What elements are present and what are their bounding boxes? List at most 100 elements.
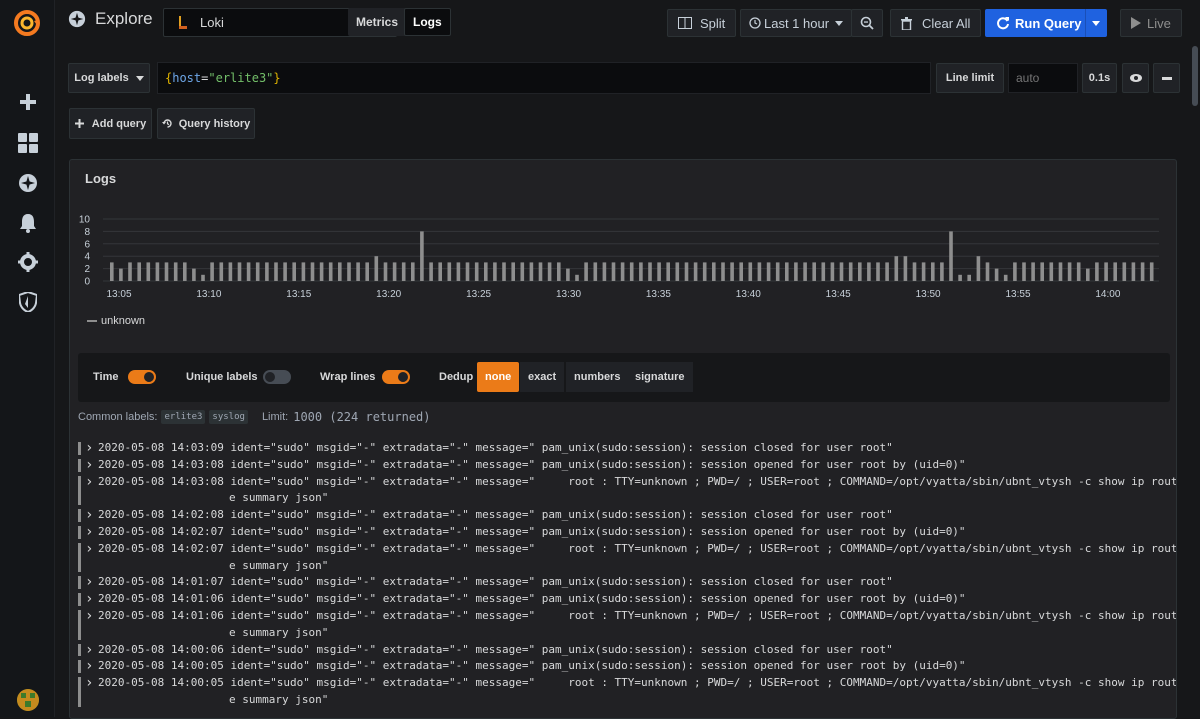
- chart-bar: [201, 274, 205, 281]
- scrollbar[interactable]: [1192, 46, 1198, 106]
- zoom-out-button[interactable]: [851, 9, 883, 37]
- dedup-signature-button[interactable]: signature: [627, 362, 693, 392]
- split-icon: [678, 17, 692, 29]
- log-line-text: 2020-05-08 14:03:09 ident="sudo" msgid="…: [98, 441, 893, 454]
- line-limit-input[interactable]: [1008, 63, 1078, 93]
- chevron-right-icon[interactable]: ›: [85, 658, 93, 674]
- chevron-right-icon[interactable]: ›: [85, 675, 93, 691]
- time-toggle[interactable]: [128, 370, 156, 384]
- dedup-exact-button[interactable]: exact: [520, 362, 565, 392]
- log-labels-button[interactable]: Log labels: [68, 63, 150, 93]
- log-row[interactable]: › 2020-05-08 14:02:07 ident="sudo" msgid=…: [78, 524, 1173, 541]
- chart-bar: [821, 262, 826, 281]
- chart-bar: [265, 262, 269, 281]
- x-tick-label: 14:00: [1095, 289, 1120, 300]
- page-title-text: Explore: [95, 9, 153, 28]
- chart-bar: [173, 262, 178, 281]
- chart-legend[interactable]: unknown: [87, 315, 145, 327]
- log-row[interactable]: › 2020-05-08 14:00:05 ident="sudo" msgid=…: [78, 675, 1176, 709]
- log-row[interactable]: › 2020-05-08 14:02:08 ident="sudo" msgid=…: [78, 507, 1173, 524]
- split-label: Split: [700, 15, 726, 31]
- log-row[interactable]: › 2020-05-08 14:03:08 ident="sudo" msgid=…: [78, 457, 1173, 474]
- time-toggle-label: Time: [93, 371, 119, 383]
- chart-bar: [867, 262, 871, 281]
- shield-icon[interactable]: [17, 291, 39, 313]
- run-query-button[interactable]: Run Query: [985, 9, 1107, 37]
- limit-value: 1000 (224 returned): [293, 410, 431, 424]
- chart-bar: [429, 262, 433, 281]
- legend-swatch: [87, 320, 97, 322]
- log-line-text: 2020-05-08 14:01:07 ident="sudo" msgid="…: [98, 575, 893, 589]
- chart-bar: [566, 268, 570, 281]
- mode-metrics-button[interactable]: Metrics: [348, 8, 407, 36]
- remove-query-button[interactable]: [1153, 63, 1180, 93]
- chevron-down-icon: [835, 20, 844, 26]
- chart-bar: [493, 262, 497, 281]
- dedup-none-button[interactable]: none: [477, 362, 520, 392]
- chart-bar: [812, 262, 816, 281]
- log-row[interactable]: › 2020-05-08 14:00:05 ident="sudo" msgid=…: [78, 658, 1173, 675]
- query-input[interactable]: {host = "erlite3"}: [157, 62, 931, 94]
- log-row[interactable]: › 2020-05-08 14:00:06 ident="sudo" msgid=…: [78, 642, 1173, 659]
- chevron-right-icon[interactable]: ›: [85, 524, 93, 540]
- live-button[interactable]: Live: [1120, 9, 1182, 37]
- configuration-icon[interactable]: [17, 251, 39, 273]
- chevron-right-icon[interactable]: ›: [85, 608, 93, 624]
- label-tag: syslog: [209, 410, 248, 424]
- chevron-right-icon[interactable]: ›: [85, 591, 93, 607]
- chart-bar: [675, 262, 680, 281]
- grafana-logo-icon[interactable]: [12, 8, 42, 38]
- split-button[interactable]: Split: [667, 9, 737, 37]
- time-picker-button[interactable]: Last 1 hour: [740, 9, 853, 37]
- mode-logs-button[interactable]: Logs: [404, 8, 451, 36]
- log-row[interactable]: › 2020-05-08 14:01:07 ident="sudo" msgid=…: [78, 574, 1173, 591]
- chart-bar: [1049, 262, 1054, 281]
- chart-bar: [876, 262, 880, 281]
- log-level-bar: [78, 525, 81, 539]
- chart-bar: [356, 262, 360, 281]
- chart-bar: [903, 256, 908, 281]
- chevron-right-icon[interactable]: ›: [85, 574, 93, 590]
- plus-icon[interactable]: [17, 91, 39, 113]
- chart-bar: [602, 262, 607, 281]
- log-row[interactable]: › 2020-05-08 14:03:08 ident="sudo" msgid=…: [78, 474, 1176, 508]
- explore-icon[interactable]: [17, 172, 39, 194]
- log-row[interactable]: › 2020-05-08 14:01:06 ident="sudo" msgid=…: [78, 591, 1173, 608]
- chevron-down-icon[interactable]: [1092, 21, 1100, 26]
- unique-labels-toggle[interactable]: [263, 370, 291, 384]
- y-tick-label: 2: [84, 264, 90, 275]
- wrap-lines-toggle[interactable]: [382, 370, 410, 384]
- clear-all-button[interactable]: Clear All: [890, 9, 982, 37]
- chart-bar: [547, 262, 552, 281]
- query-history-button[interactable]: Query history: [157, 108, 255, 139]
- toggle-query-button[interactable]: [1122, 63, 1149, 93]
- chart-bar: [347, 262, 351, 281]
- query-row: Log labels {host="erlite3"} Line limit 0…: [68, 62, 1193, 94]
- log-line-text: 2020-05-08 14:02:08 ident="sudo" msgid="…: [98, 508, 893, 522]
- alerting-icon[interactable]: [17, 212, 39, 234]
- chart-bar: [785, 262, 789, 281]
- dashboards-icon[interactable]: [17, 132, 39, 154]
- chart-bar: [310, 262, 315, 281]
- query-duration: 0.1s: [1082, 63, 1117, 93]
- chevron-right-icon[interactable]: ›: [85, 642, 93, 658]
- chevron-right-icon[interactable]: ›: [85, 474, 93, 490]
- chevron-right-icon[interactable]: ›: [85, 457, 93, 473]
- log-row[interactable]: › 2020-05-08 14:02:07 ident="sudo" msgid=…: [78, 541, 1176, 575]
- x-tick-label: 13:10: [196, 289, 221, 300]
- chart-bar: [912, 262, 917, 281]
- log-line-wrap: e summary json": [229, 491, 329, 505]
- log-row[interactable]: › 2020-05-08 14:01:06 ident="sudo" msgid=…: [78, 608, 1176, 642]
- chevron-right-icon[interactable]: ›: [85, 541, 93, 557]
- chart-bar: [748, 262, 753, 281]
- chart-bar: [775, 262, 780, 281]
- chart-bar: [274, 262, 278, 281]
- log-row[interactable]: › 2020-05-08 14:03:09 ident="sudo" msgid=…: [78, 440, 1173, 457]
- chart-bar: [584, 262, 588, 281]
- chevron-right-icon[interactable]: ›: [85, 507, 93, 523]
- chevron-right-icon[interactable]: ›: [85, 440, 93, 456]
- side-nav: [0, 0, 55, 717]
- avatar[interactable]: [17, 689, 39, 711]
- add-query-button[interactable]: Add query: [69, 108, 152, 139]
- dedup-numbers-button[interactable]: numbers: [566, 362, 629, 392]
